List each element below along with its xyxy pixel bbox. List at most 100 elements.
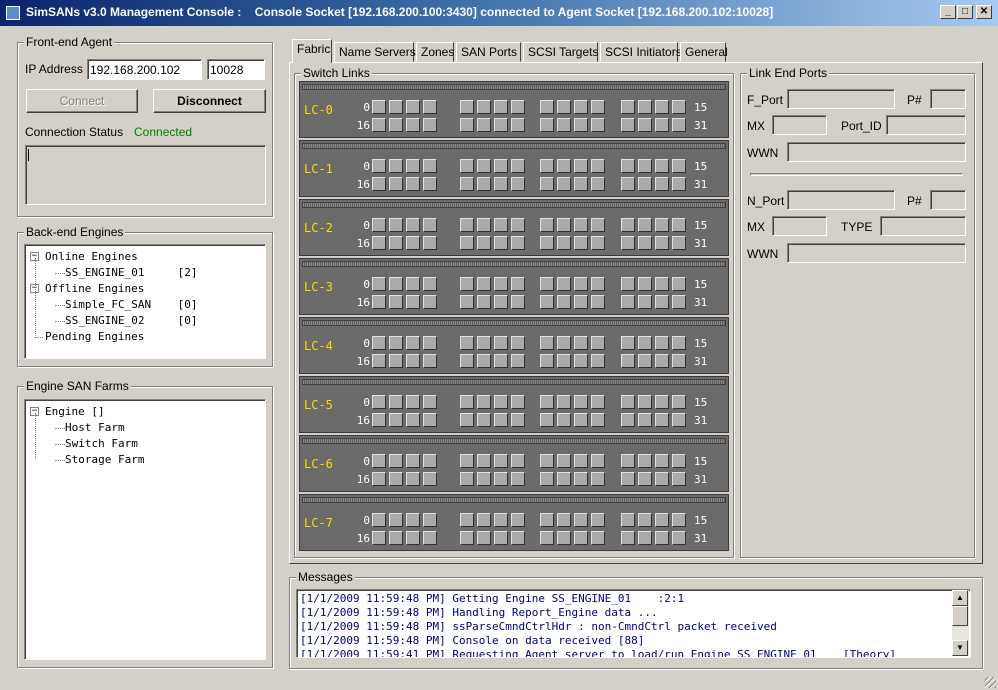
switch-port[interactable] [389, 336, 403, 350]
switch-port[interactable] [511, 218, 525, 232]
switch-port[interactable] [477, 454, 491, 468]
switch-port[interactable] [591, 277, 605, 291]
switch-port[interactable] [574, 277, 588, 291]
switch-port[interactable] [406, 395, 420, 409]
farms-node[interactable]: − Engine [] [25, 404, 265, 420]
switch-port[interactable] [511, 277, 525, 291]
switch-port[interactable] [511, 513, 525, 527]
backend-node[interactable]: SS_ENGINE_01 [2] [25, 265, 265, 281]
switch-port[interactable] [423, 236, 437, 250]
switch-port[interactable] [372, 472, 386, 486]
switch-port[interactable] [389, 454, 403, 468]
switch-port[interactable] [423, 531, 437, 545]
switch-port[interactable] [655, 354, 669, 368]
switch-port[interactable] [477, 218, 491, 232]
switch-port[interactable] [372, 277, 386, 291]
switch-port[interactable] [574, 354, 588, 368]
switch-port[interactable] [638, 454, 652, 468]
switch-port[interactable] [460, 118, 474, 132]
switch-port[interactable] [591, 531, 605, 545]
switch-port[interactable] [638, 354, 652, 368]
switch-port[interactable] [389, 295, 403, 309]
n-pnum-field[interactable] [930, 190, 966, 210]
line-card[interactable]: LC-1 0 15 16 31 [299, 140, 729, 197]
switch-port[interactable] [655, 218, 669, 232]
f-wwn-field[interactable] [787, 142, 966, 162]
switch-port[interactable] [557, 513, 571, 527]
switch-port[interactable] [591, 395, 605, 409]
switch-port[interactable] [591, 513, 605, 527]
switch-port[interactable] [540, 454, 554, 468]
switch-port[interactable] [406, 100, 420, 114]
switch-port[interactable] [477, 177, 491, 191]
backend-engines-tree[interactable]: − Online Engines SS_ENGINE_01 [2] − Offline … [24, 244, 266, 359]
switch-port[interactable] [540, 277, 554, 291]
switch-port[interactable] [557, 118, 571, 132]
switch-port[interactable] [655, 236, 669, 250]
port-input[interactable]: 10028 [207, 59, 265, 80]
close-button[interactable]: ✕ [976, 5, 992, 19]
f-pnum-field[interactable] [930, 89, 966, 109]
switch-port[interactable] [540, 100, 554, 114]
switch-port[interactable] [511, 177, 525, 191]
switch-port[interactable] [574, 218, 588, 232]
switch-port[interactable] [494, 295, 508, 309]
switch-port[interactable] [423, 295, 437, 309]
switch-port[interactable] [655, 513, 669, 527]
switch-port[interactable] [406, 454, 420, 468]
switch-port[interactable] [477, 118, 491, 132]
switch-port[interactable] [621, 218, 635, 232]
switch-port[interactable] [655, 454, 669, 468]
switch-port[interactable] [574, 100, 588, 114]
switch-port[interactable] [672, 159, 686, 173]
switch-port[interactable] [494, 218, 508, 232]
line-card[interactable]: LC-7 0 15 16 31 [299, 494, 729, 551]
switch-port[interactable] [406, 413, 420, 427]
switch-port[interactable] [423, 336, 437, 350]
switch-port[interactable] [672, 177, 686, 191]
switch-port[interactable] [540, 177, 554, 191]
switch-port[interactable] [557, 531, 571, 545]
line-card[interactable]: LC-6 0 15 16 31 [299, 435, 729, 492]
switch-port[interactable] [477, 336, 491, 350]
scroll-up-button[interactable]: ▲ [952, 590, 968, 606]
switch-port[interactable] [389, 531, 403, 545]
switch-port[interactable] [423, 513, 437, 527]
scroll-down-button[interactable]: ▼ [952, 640, 968, 656]
switch-port[interactable] [540, 118, 554, 132]
switch-port[interactable] [655, 277, 669, 291]
switch-port[interactable] [494, 159, 508, 173]
tab-zones[interactable]: Zones [416, 42, 454, 62]
tab-general[interactable]: General [680, 42, 728, 62]
switch-port[interactable] [406, 295, 420, 309]
switch-port[interactable] [389, 513, 403, 527]
switch-port[interactable] [389, 395, 403, 409]
switch-port[interactable] [477, 159, 491, 173]
switch-port[interactable] [672, 531, 686, 545]
switch-port[interactable] [494, 354, 508, 368]
switch-port[interactable] [511, 354, 525, 368]
switch-port[interactable] [511, 454, 525, 468]
switch-port[interactable] [389, 100, 403, 114]
f-port-field[interactable] [787, 89, 895, 109]
switch-port[interactable] [638, 395, 652, 409]
switch-port[interactable] [406, 118, 420, 132]
switch-port[interactable] [494, 531, 508, 545]
switch-port[interactable] [494, 100, 508, 114]
switch-port[interactable] [460, 295, 474, 309]
switch-port[interactable] [406, 277, 420, 291]
switch-port[interactable] [540, 218, 554, 232]
switch-port[interactable] [638, 513, 652, 527]
switch-port[interactable] [389, 177, 403, 191]
title-bar[interactable]: SimSANs v3.0 Management Console : Consol… [0, 0, 998, 26]
tab-scsi-targets[interactable]: SCSI Targets [523, 42, 598, 62]
switch-port[interactable] [591, 218, 605, 232]
switch-port[interactable] [511, 413, 525, 427]
switch-port[interactable] [638, 177, 652, 191]
switch-port[interactable] [655, 395, 669, 409]
switch-port[interactable] [591, 413, 605, 427]
switch-port[interactable] [372, 295, 386, 309]
n-wwn-field[interactable] [787, 243, 966, 263]
switch-port[interactable] [406, 177, 420, 191]
switch-port[interactable] [621, 118, 635, 132]
